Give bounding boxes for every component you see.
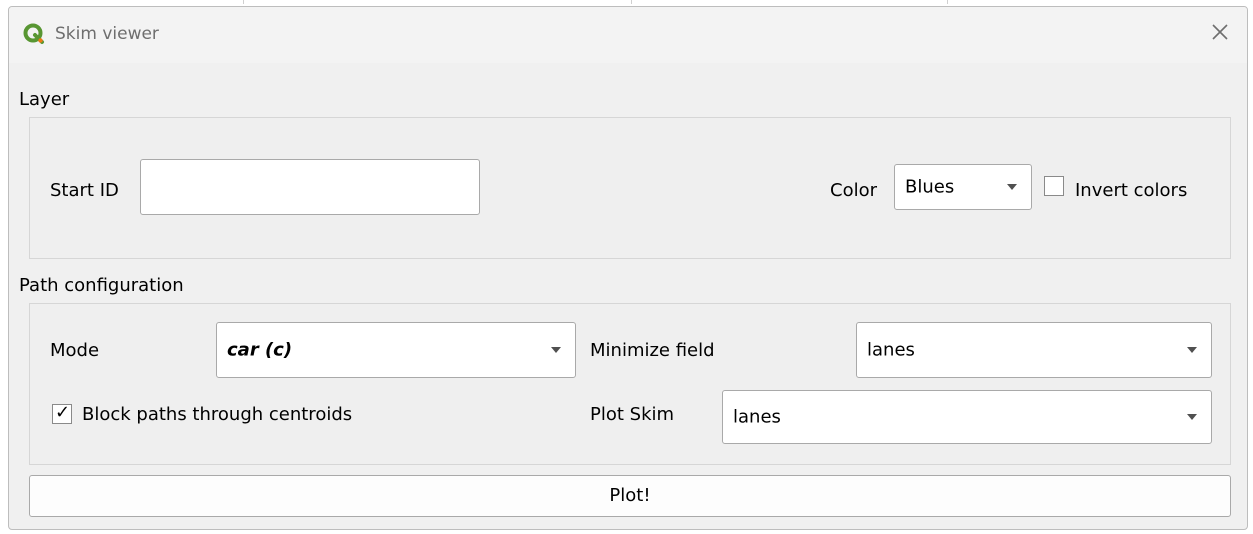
mode-combo-value: car (c): [227, 339, 293, 361]
checkmark-icon: ✓: [55, 402, 71, 423]
path-configuration-group: Mode car (c) Minimize field lanes ✓ Bloc…: [29, 303, 1231, 465]
start-id-label: Start ID: [50, 180, 119, 201]
minimize-field-combo-value: lanes: [867, 339, 915, 361]
block-centroids-checkbox[interactable]: ✓: [52, 402, 72, 424]
color-combo[interactable]: Blues: [894, 164, 1032, 210]
mode-combo[interactable]: car (c): [216, 322, 576, 378]
color-label: Color: [830, 180, 877, 201]
invert-colors-checkbox[interactable]: [1044, 176, 1064, 196]
block-centroids-label: Block paths through centroids: [82, 404, 353, 425]
mode-label: Mode: [50, 340, 100, 361]
chevron-down-icon: [1187, 414, 1197, 420]
plot-skim-combo-value: lanes: [733, 406, 781, 428]
plot-button[interactable]: Plot!: [29, 475, 1231, 517]
plot-skim-label: Plot Skim: [590, 404, 675, 425]
layer-group: Start ID Color Blues Invert colors: [29, 117, 1231, 259]
layer-section-label: Layer: [19, 89, 70, 110]
qgis-logo-icon: [23, 23, 44, 44]
window-title: Skim viewer: [55, 24, 159, 44]
minimize-field-combo[interactable]: lanes: [856, 322, 1212, 378]
path-configuration-section-label: Path configuration: [19, 275, 184, 296]
start-id-input[interactable]: [140, 159, 480, 215]
minimize-field-label: Minimize field: [590, 340, 715, 361]
title-bar: Skim viewer: [9, 7, 1247, 63]
invert-colors-label: Invert colors: [1075, 180, 1188, 201]
chevron-down-icon: [1007, 184, 1017, 190]
color-combo-value: Blues: [905, 176, 955, 198]
close-icon[interactable]: [1207, 19, 1233, 45]
plot-skim-combo[interactable]: lanes: [722, 390, 1212, 444]
chevron-down-icon: [1187, 347, 1197, 353]
chevron-down-icon: [551, 347, 561, 353]
skim-viewer-dialog: Skim viewer Layer Start ID Color Blues I…: [8, 6, 1248, 530]
